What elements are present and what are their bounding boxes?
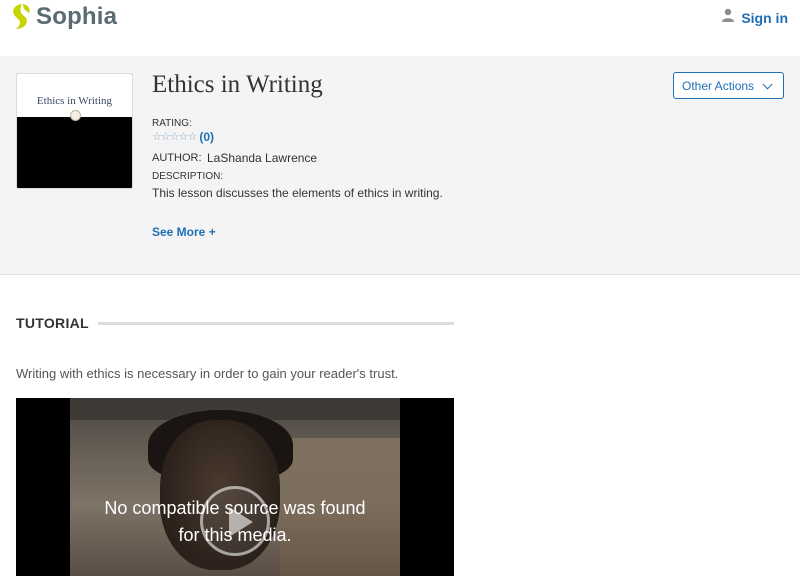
chevron-down-icon	[762, 79, 773, 90]
sophia-logo[interactable]: Sophia	[10, 2, 117, 32]
video-error-line-1: No compatible source was found	[104, 498, 366, 518]
thumbnail-knob-icon	[70, 110, 81, 121]
tutorial-intro: Writing with ethics is necessary in orde…	[16, 366, 399, 381]
video-error-line-2: for this media.	[178, 525, 292, 545]
author-name: LaShanda Lawrence	[207, 151, 318, 165]
brand-name: Sophia	[36, 3, 118, 30]
thumbnail-title: Ethics in Writing	[36, 95, 113, 107]
section-divider	[98, 322, 454, 325]
user-icon	[721, 8, 735, 27]
lesson-thumbnail[interactable]: Ethics in Writing	[16, 73, 133, 189]
author-label: AUTHOR:	[152, 152, 202, 164]
signin-link[interactable]: Sign in	[721, 8, 788, 27]
star-icon[interactable]: ☆	[188, 130, 198, 144]
see-more-link[interactable]: See More +	[152, 225, 216, 239]
sophia-logo-icon	[10, 3, 32, 31]
rating-count[interactable]: (0)	[199, 130, 214, 144]
signin-label: Sign in	[741, 9, 788, 26]
star-icon[interactable]: ☆	[179, 130, 189, 144]
section-title: TUTORIAL	[16, 315, 89, 331]
description-text: This lesson discusses the elements of et…	[152, 186, 443, 200]
video-player[interactable]: No compatible source was found for this …	[16, 398, 454, 576]
star-icon[interactable]: ☆	[161, 130, 171, 144]
other-actions-label: Other Actions	[682, 78, 755, 93]
star-icon[interactable]: ☆	[152, 130, 162, 144]
star-icon[interactable]: ☆	[170, 130, 180, 144]
rating-stars[interactable]: ☆ ☆ ☆ ☆ ☆ (0)	[152, 130, 214, 144]
description-label: DESCRIPTION:	[152, 171, 224, 182]
other-actions-button[interactable]: Other Actions	[673, 72, 784, 99]
page-title: Ethics in Writing	[152, 71, 323, 98]
video-error-message: No compatible source was found for this …	[16, 495, 454, 549]
top-header: Sophia Sign in	[0, 0, 800, 56]
lesson-summary: Ethics in Writing Ethics in Writing RATI…	[0, 56, 800, 275]
rating-label: RATING:	[152, 118, 192, 129]
